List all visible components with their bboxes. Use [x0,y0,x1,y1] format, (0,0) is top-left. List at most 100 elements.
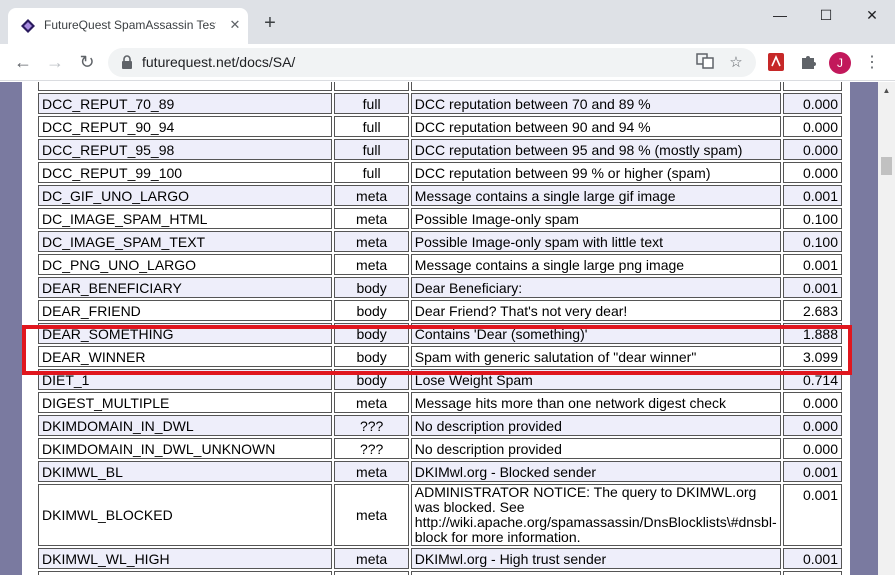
table-row: DC_GIF_UNO_LARGO meta Message contains a s… [38,185,842,206]
puzzle-icon[interactable] [798,52,818,72]
browser-tab[interactable]: FutureQuest SpamAssassin Test ✕ [8,8,248,44]
pdf-icon[interactable] [766,52,786,72]
rule-name: DIGEST_MULTIPLE [38,392,333,413]
rule-area: body [334,277,409,298]
minimize-icon[interactable]: — [757,0,803,32]
rule-area: meta [334,231,409,252]
rule-description: Possible Image-only spam [410,208,781,229]
rule-score: 0.001 [782,548,842,569]
table-row: DCC_REPUT_70_89 full DCC reputation betwee… [38,93,842,114]
rule-area: meta [334,254,409,275]
rule-area: meta [334,461,409,482]
rule-description: DCC reputation between 90 and 94 % [410,116,781,137]
rule-name: DC_GIF_UNO_LARGO [38,185,333,206]
table-row: DKIMWL_BLOCKED meta ADMINISTRATOR NOTICE: … [38,484,842,546]
rule-score: 0.000 [782,392,842,413]
rule-name: DKIMWL_BLOCKED [38,484,333,546]
rule-score: 0.001 [782,185,842,206]
rule-description: No description provided [410,438,781,459]
scroll-up-icon[interactable]: ▲ [878,82,895,99]
table-row: DCC_REPUT_95_98 full DCC reputation betwee… [38,139,842,160]
rule-score: 0.000 [782,415,842,436]
rule-score: 1.888 [782,323,842,344]
rule-name: DCC_REPUT_99_100 [38,162,333,183]
rules-table: DCC_REPUT_70_89 full DCC reputation betwee… [36,82,844,575]
rule-score: 0.001 [782,254,842,275]
rule-area: full [334,116,409,137]
rule-name: DCC_REPUT_95_98 [38,139,333,160]
rule-score: 0.001 [782,277,842,298]
table-row: DC_IMAGE_SPAM_TEXT meta Possible Image-onl… [38,231,842,252]
page-content: DCC_REPUT_70_89 full DCC reputation betwee… [22,82,850,575]
plus-icon[interactable]: + [258,12,282,36]
rule-name: DCC_REPUT_70_89 [38,93,333,114]
avatar[interactable]: J [829,52,851,74]
close-icon[interactable]: ✕ [226,16,244,34]
rule-score: 0.001 [782,461,842,482]
maximize-icon[interactable]: ☐ [803,0,849,32]
table-row: DEAR_BENEFICIARY body Dear Beneficiary: 0.0… [38,277,842,298]
rule-description: DKIMwl.org - Medium trust sender [410,571,781,575]
back-icon[interactable]: ← [10,49,36,75]
rule-description: Contains 'Dear (something)' [410,323,781,344]
rule-description: Spam with generic salutation of "dear wi… [410,346,781,367]
rule-area: full [334,162,409,183]
rule-name: DC_IMAGE_SPAM_HTML [38,208,333,229]
favicon-icon [20,18,36,34]
table-row: DEAR_WINNER body Spam with generic salutat… [38,346,842,367]
rule-description: No description provided [410,415,781,436]
rule-description: Message hits more than one network diges… [410,392,781,413]
rule-score: 0.000 [782,93,842,114]
reload-icon[interactable]: ↻ [74,49,100,75]
rule-description: Lose Weight Spam [410,369,781,390]
rule-description: Message contains a single large gif imag… [410,185,781,206]
rule-name: DIET_1 [38,369,333,390]
page-viewport: DCC_REPUT_70_89 full DCC reputation betwee… [0,82,878,575]
table-row: DKIMWL_WL_MEDmetaDKIMwl.org - Medium tru… [38,571,842,575]
rule-score: 0.001 [782,571,842,575]
rule-area: body [334,369,409,390]
rule-score: 0.000 [782,139,842,160]
translate-icon[interactable] [694,52,716,74]
lock-icon[interactable] [120,55,134,70]
rule-area: full [334,93,409,114]
rule-score: 0.100 [782,231,842,252]
rule-score: 0.714 [782,369,842,390]
table-row: DKIMWL_WL_HIGH meta DKIMwl.org - High trus… [38,548,842,569]
page-right-border [850,82,878,575]
table-row: DCC_REPUT_99_100 full DCC reputation betwe… [38,162,842,183]
rule-score: 3.099 [782,346,842,367]
table-row: DCC_REPUT_90_94 full DCC reputation betwee… [38,116,842,137]
rule-area: full [334,139,409,160]
table-row: DKIMDOMAIN_IN_DWL??? No description provi… [38,415,842,436]
star-icon[interactable]: ☆ [725,52,747,74]
window-close-icon[interactable]: ✕ [849,0,895,32]
scroll-thumb[interactable] [881,157,892,175]
table-row: DIGEST_MULTIPLE meta Message hits more tha… [38,392,842,413]
rule-name: DEAR_SOMETHING [38,323,333,344]
rule-description: Message contains a single large png imag… [410,254,781,275]
scrollbar[interactable]: ▲ [878,82,895,575]
rule-name: DC_IMAGE_SPAM_TEXT [38,231,333,252]
rule-score: 2.683 [782,300,842,321]
url-text: futurequest.net/docs/SA/ [142,54,296,70]
rule-score: 0.000 [782,116,842,137]
rule-description: DKIMwl.org - Blocked sender [410,461,781,482]
table-row: DKIMDOMAIN_IN_DWL_UNKNOWN??? No descripti… [38,438,842,459]
browser-toolbar: ← → ↻ futurequest.net/docs/SA/ ☆ J ⋮ [0,44,895,81]
rule-description: Possible Image-only spam with little tex… [410,231,781,252]
rule-description: Dear Friend? That's not very dear! [410,300,781,321]
address-bar[interactable]: futurequest.net/docs/SA/ ☆ [108,48,756,77]
forward-icon[interactable]: → [42,49,68,75]
tab-title: FutureQuest SpamAssassin Test [44,18,216,32]
rule-name: DEAR_FRIEND [38,300,333,321]
rule-area: ??? [334,438,409,459]
table-row: DKIMWL_BL meta DKIMwl.org - Blocked sender… [38,461,842,482]
table-row: DIET_1 body Lose Weight Spam 0.714 [38,369,842,390]
rule-score: 0.000 [782,438,842,459]
rule-name: DCC_REPUT_90_94 [38,116,333,137]
page-left-border [0,82,22,575]
menu-icon[interactable]: ⋮ [862,52,882,74]
rule-name: DC_PNG_UNO_LARGO [38,254,333,275]
rule-name: DEAR_BENEFICIARY [38,277,333,298]
